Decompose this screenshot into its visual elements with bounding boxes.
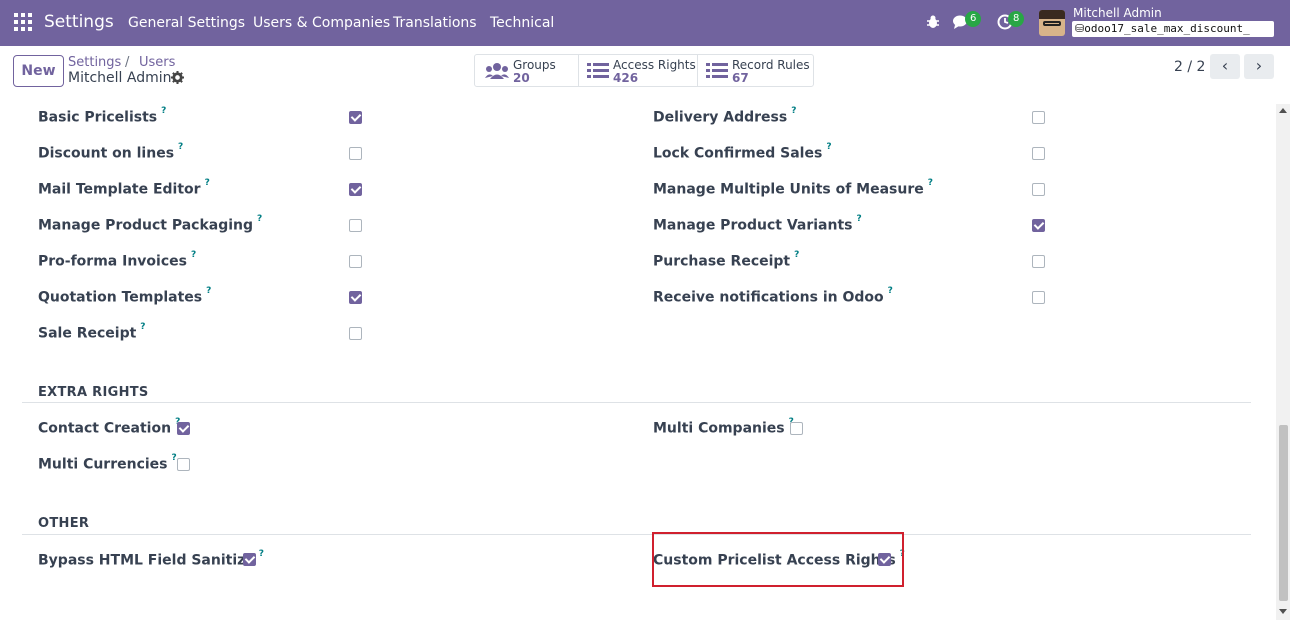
help-tooltip[interactable]: ? [794, 250, 799, 260]
control-panel: New Settings / Users Mitchell Admin Grou… [0, 46, 1290, 104]
checkbox-quotation-templates[interactable] [349, 291, 362, 304]
groups-label: Groups [513, 58, 556, 72]
record-rules-count: 67 [732, 71, 749, 85]
access-rights-count: 426 [613, 71, 639, 85]
breadcrumb-settings[interactable]: Settings [68, 55, 121, 70]
setting-label: Basic Pricelists? [38, 106, 167, 126]
new-button[interactable]: New [13, 55, 64, 87]
help-tooltip[interactable]: ? [161, 106, 166, 116]
checkbox-product-variants[interactable] [1032, 219, 1045, 232]
checkbox-multi-companies[interactable] [790, 422, 803, 435]
checkbox-notifications-odoo[interactable] [1032, 291, 1045, 304]
groups-button[interactable]: Groups 20 [475, 55, 579, 86]
bug-icon[interactable] [926, 14, 940, 34]
setting-label: Manage Product Variants? [653, 214, 862, 234]
setting-label: Mail Template Editor? [38, 178, 210, 198]
setting-label: Sale Receipt? [38, 322, 146, 342]
checkbox-bypass-html-sanitize[interactable] [243, 553, 256, 566]
menu-translations[interactable]: Translations [393, 15, 477, 31]
pager-previous-button[interactable]: ‹ [1210, 54, 1240, 79]
menu-technical[interactable]: Technical [490, 15, 554, 31]
checkbox-contact-creation[interactable] [177, 422, 190, 435]
help-tooltip[interactable]: ? [888, 286, 893, 296]
access-rights-label: Access Rights [613, 58, 696, 72]
checkbox-basic-pricelists[interactable] [349, 111, 362, 124]
scroll-up-arrow-icon[interactable] [1279, 108, 1287, 113]
help-tooltip[interactable]: ? [140, 322, 145, 332]
setting-label: Multi Currencies? [38, 453, 177, 473]
setting-label: Manage Multiple Units of Measure? [653, 178, 933, 198]
section-title-extra-rights: EXTRA RIGHTS [38, 385, 149, 400]
help-tooltip[interactable]: ? [791, 106, 796, 116]
user-name[interactable]: Mitchell Admin [1073, 6, 1162, 20]
help-tooltip[interactable]: ? [259, 549, 264, 559]
pager-value: 2 / 2 [1174, 59, 1206, 75]
setting-label: Delivery Address? [653, 106, 797, 126]
gear-icon[interactable] [171, 71, 184, 88]
breadcrumb-separator: / [125, 55, 130, 70]
help-tooltip[interactable]: ? [206, 286, 211, 296]
pager-next-button[interactable]: › [1244, 54, 1274, 79]
activities-badge: 8 [1008, 11, 1025, 27]
setting-label: Quotation Templates? [38, 286, 212, 306]
help-tooltip[interactable]: ? [257, 214, 262, 224]
menu-users-companies[interactable]: Users & Companies [253, 15, 390, 31]
record-rules-button[interactable]: Record Rules 67 [698, 55, 815, 86]
checkbox-sale-receipt[interactable] [349, 327, 362, 340]
checkbox-pro-forma-invoices[interactable] [349, 255, 362, 268]
setting-label: Multi Companies? [653, 417, 794, 437]
setting-label: Contact Creation? [38, 417, 180, 437]
messages-badge: 6 [965, 11, 982, 27]
smart-buttons: Groups 20 Access Rights 426 Record Rules… [474, 54, 814, 87]
checkbox-delivery-address[interactable] [1032, 111, 1045, 124]
setting-label: Pro-forma Invoices? [38, 250, 197, 270]
checkbox-discount-on-lines[interactable] [349, 147, 362, 160]
access-rights-button[interactable]: Access Rights 426 [579, 55, 698, 86]
setting-label: Bypass HTML Field Sanitize? [38, 549, 265, 569]
setting-label: Lock Confirmed Sales? [653, 142, 832, 162]
scroll-down-arrow-icon[interactable] [1279, 609, 1287, 614]
help-tooltip[interactable]: ? [826, 142, 831, 152]
list-icon [706, 62, 728, 84]
menu-general-settings[interactable]: General Settings [128, 15, 245, 31]
current-record-title: Mitchell Admin [68, 70, 172, 86]
checkbox-multi-currencies[interactable] [177, 458, 190, 471]
top-navbar: Settings General Settings Users & Compan… [0, 0, 1290, 46]
database-label: odoo17_sale_max_discount_ [1084, 22, 1250, 35]
record-rules-label: Record Rules [732, 58, 810, 72]
apps-menu-icon[interactable] [14, 13, 32, 31]
section-divider [22, 534, 1251, 535]
checkbox-multiple-uom[interactable] [1032, 183, 1045, 196]
highlight-annotation-box [652, 532, 904, 587]
users-icon [485, 62, 509, 84]
help-tooltip[interactable]: ? [178, 142, 183, 152]
checkbox-lock-confirmed-sales[interactable] [1032, 147, 1045, 160]
checkbox-manage-product-packaging[interactable] [349, 219, 362, 232]
help-tooltip[interactable]: ? [856, 214, 861, 224]
setting-label: Receive notifications in Odoo? [653, 286, 893, 306]
setting-label: Discount on lines? [38, 142, 184, 162]
section-divider [22, 402, 1251, 403]
checkbox-mail-template-editor[interactable] [349, 183, 362, 196]
breadcrumb-users[interactable]: Users [139, 55, 175, 70]
section-title-other: OTHER [38, 516, 90, 531]
list-icon [587, 62, 609, 84]
app-brand[interactable]: Settings [44, 12, 114, 32]
user-avatar[interactable] [1039, 10, 1065, 36]
help-tooltip[interactable]: ? [928, 178, 933, 188]
form-sheet: Basic Pricelists? Discount on lines? Mai… [0, 104, 1276, 620]
help-tooltip[interactable]: ? [172, 453, 177, 463]
setting-label: Manage Product Packaging? [38, 214, 263, 234]
help-tooltip[interactable]: ? [191, 250, 196, 260]
scrollbar-thumb[interactable] [1279, 425, 1288, 601]
setting-label: Purchase Receipt? [653, 250, 800, 270]
help-tooltip[interactable]: ? [205, 178, 210, 188]
checkbox-purchase-receipt[interactable] [1032, 255, 1045, 268]
database-icon: ⛁ [1075, 22, 1085, 35]
groups-count: 20 [513, 71, 530, 85]
database-name: ⛁odoo17_sale_max_discount_ [1072, 21, 1274, 37]
